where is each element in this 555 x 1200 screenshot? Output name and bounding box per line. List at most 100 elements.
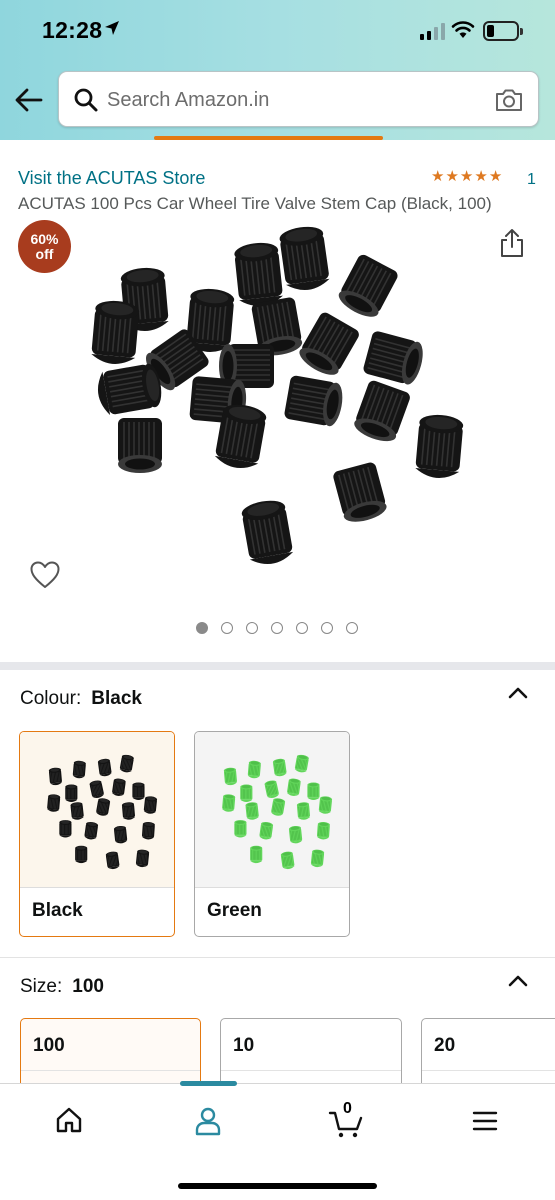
valve-cap: [234, 820, 247, 838]
store-link[interactable]: Visit the ACUTAS Store: [18, 168, 205, 189]
valve-cap: [72, 760, 86, 779]
valve-cap: [272, 758, 287, 777]
valve-cap: [97, 758, 112, 777]
discount-percent: 60%: [30, 231, 59, 247]
colour-label: Colour:: [20, 688, 82, 709]
valve-cap: [296, 802, 311, 820]
size-heading: Size: 100: [20, 976, 104, 998]
valve-cap: [270, 798, 286, 816]
valve-cap: [47, 794, 61, 812]
search-bar[interactable]: [58, 71, 539, 127]
star-rating[interactable]: ★ ★ ★ ★ ★: [431, 169, 502, 185]
valve-cap: [143, 796, 158, 814]
valve-cap: [113, 825, 128, 844]
valve-cap: [247, 760, 261, 779]
status-time: 12:28: [42, 17, 103, 43]
valve-cap: [223, 767, 238, 786]
carousel-dot[interactable]: [296, 622, 308, 634]
camera-icon[interactable]: [494, 87, 524, 113]
valve-cap: [279, 226, 330, 290]
valve-cap: [48, 767, 63, 786]
valve-cap: [89, 780, 105, 799]
account-icon[interactable]: [194, 1106, 222, 1136]
product-title: ACUTAS 100 Pcs Car Wheel Tire Valve Stem…: [18, 194, 492, 213]
valve-cap: [280, 851, 295, 870]
section-divider: [0, 957, 555, 958]
carousel-dot[interactable]: [246, 622, 258, 634]
valve-cap: [118, 418, 162, 473]
valve-cap: [299, 312, 359, 375]
valve-cap: [121, 802, 136, 820]
valve-cap: [245, 802, 259, 820]
valve-cap: [286, 778, 301, 797]
valve-cap: [70, 802, 84, 820]
valve-cap: [97, 363, 162, 416]
valve-cap: [75, 845, 88, 864]
chevron-up-icon[interactable]: [507, 686, 529, 700]
valve-cap: [316, 822, 330, 840]
valve-cap: [141, 822, 155, 840]
size-selected-value: 100: [72, 976, 104, 997]
carousel-dot[interactable]: [196, 622, 208, 634]
carousel-dot[interactable]: [271, 622, 283, 634]
star-icon: ★: [431, 168, 445, 185]
search-input[interactable]: [107, 82, 487, 118]
colour-option-green[interactable]: Green: [194, 731, 350, 937]
valve-cap: [132, 782, 145, 800]
valve-cap: [318, 796, 333, 814]
rating-count[interactable]: 1: [527, 171, 536, 189]
image-carousel-dots[interactable]: [196, 622, 358, 634]
size-option-label: 100: [33, 1035, 65, 1056]
valve-cap: [294, 754, 309, 773]
active-tab-indicator: [154, 136, 383, 140]
colour-thumbnail: [195, 732, 349, 887]
product-image[interactable]: [72, 218, 482, 600]
valve-cap: [338, 254, 398, 317]
valve-cap: [415, 414, 464, 478]
discount-badge: 60% off: [18, 220, 71, 273]
colour-heading: Colour: Black: [20, 688, 142, 710]
valve-cap: [241, 500, 294, 565]
valve-cap: [95, 798, 111, 816]
size-option-label: 10: [233, 1035, 255, 1056]
chevron-up-icon[interactable]: [507, 974, 529, 988]
active-nav-indicator: [180, 1081, 237, 1086]
status-bar: 12:28: [0, 0, 555, 62]
wishlist-heart-icon[interactable]: [29, 560, 61, 590]
star-icon: ★: [488, 168, 503, 185]
colour-option-black[interactable]: Black: [19, 731, 175, 937]
valve-cap: [288, 825, 303, 844]
back-arrow-icon[interactable]: [14, 86, 44, 114]
star-icon: ★: [445, 168, 459, 185]
valve-cap: [59, 820, 72, 838]
menu-icon[interactable]: [472, 1110, 498, 1132]
home-indicator: [178, 1183, 377, 1189]
valve-cap: [310, 849, 325, 868]
share-icon[interactable]: [499, 228, 525, 258]
valve-cap: [363, 331, 423, 385]
colour-option-label: Green: [207, 900, 262, 921]
valve-cap: [119, 754, 134, 773]
location-arrow-icon: [105, 21, 119, 35]
search-icon: [74, 88, 98, 112]
valve-cap: [234, 242, 283, 306]
battery-icon: [483, 21, 523, 41]
valve-cap: [135, 849, 150, 868]
valve-cap: [307, 782, 320, 800]
valve-cap: [354, 380, 410, 442]
carousel-dot[interactable]: [221, 622, 233, 634]
valve-cap: [284, 375, 343, 427]
colour-thumbnail: [20, 732, 174, 887]
valve-cap: [222, 794, 236, 812]
carousel-dot[interactable]: [321, 622, 333, 634]
discount-suffix: off: [35, 246, 54, 262]
valve-cap: [105, 851, 120, 870]
carousel-dot[interactable]: [346, 622, 358, 634]
valve-cap: [250, 845, 263, 864]
valve-cap: [91, 300, 140, 364]
valve-cap: [65, 784, 78, 802]
size-option-label: 20: [434, 1035, 456, 1056]
valve-cap: [84, 821, 99, 840]
home-icon[interactable]: [55, 1106, 83, 1134]
valve-cap: [259, 821, 274, 840]
